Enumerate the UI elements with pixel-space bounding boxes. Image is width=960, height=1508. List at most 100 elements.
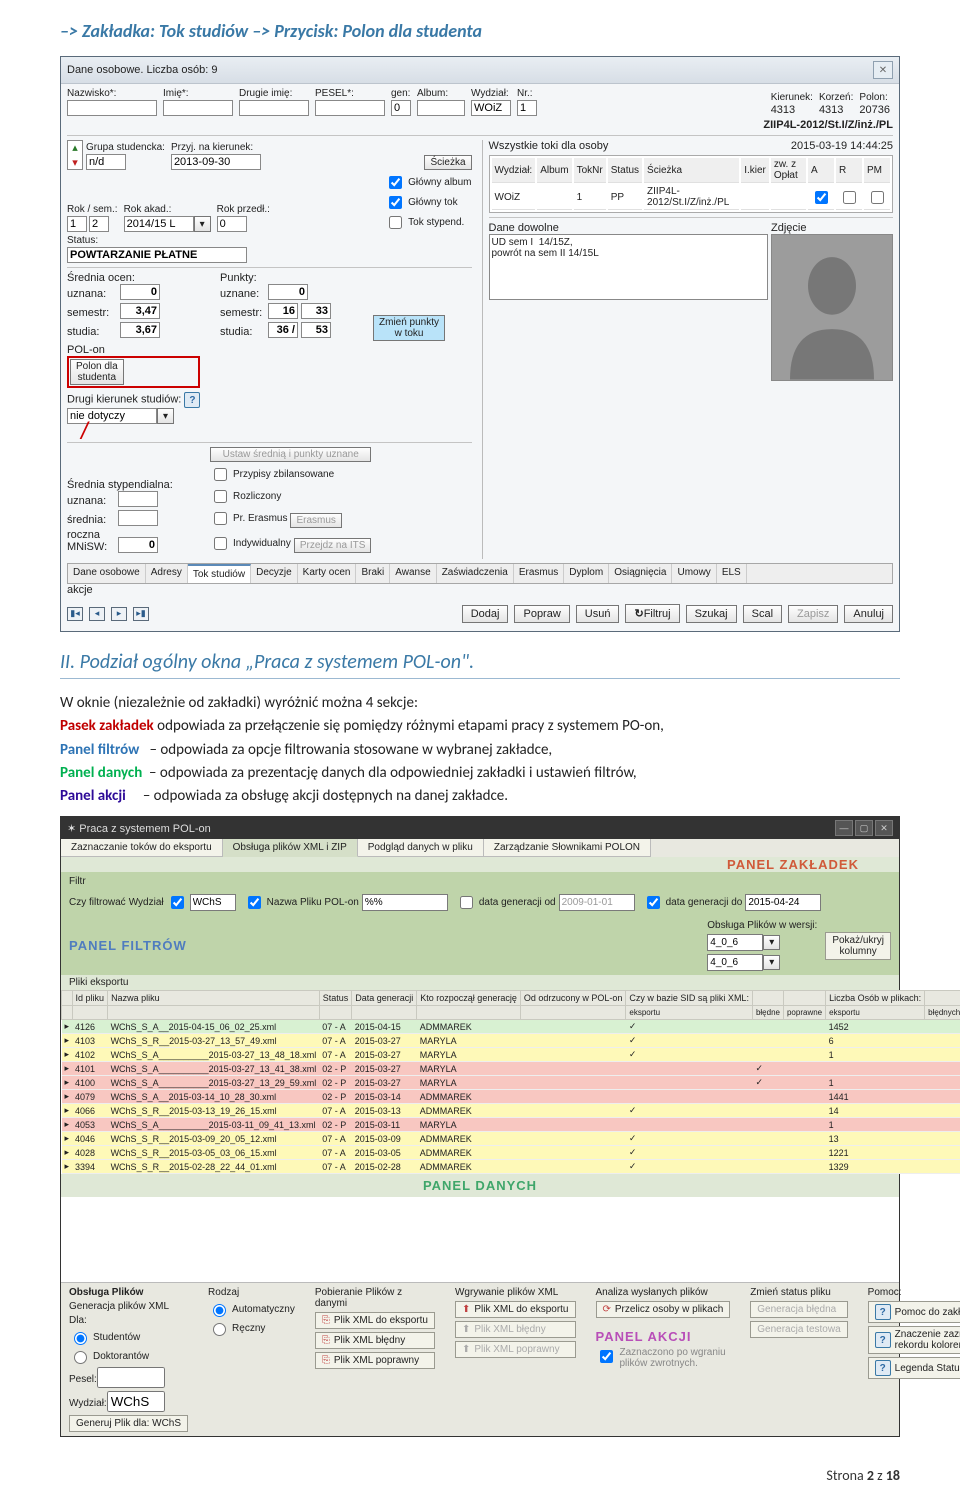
- maximize-icon[interactable]: ▢: [855, 820, 873, 836]
- nr-input[interactable]: [517, 100, 537, 116]
- pokaz-kolumny-button[interactable]: Pokaż/ukryj kolumny: [825, 932, 891, 960]
- polon-dla-studenta-button[interactable]: Polon dla studenta: [70, 359, 124, 385]
- tab-erasmus[interactable]: Erasmus: [514, 564, 564, 583]
- table-row[interactable]: ▸4102WChS_S_A__________2015-03-27_13_48_…: [62, 1048, 960, 1062]
- table-row[interactable]: ▸4046WChS_S_R__2015-03-09_20_05_12.xml07…: [62, 1132, 960, 1146]
- status-input[interactable]: [67, 247, 247, 263]
- table-row[interactable]: ▸4100WChS_S_A__________2015-03-27_13_29_…: [62, 1076, 960, 1090]
- tab-braki[interactable]: Braki: [356, 564, 390, 583]
- table-row[interactable]: ▸3394WChS_S_R__2015-02-28_22_44_01.xml07…: [62, 1160, 960, 1174]
- minimize-icon[interactable]: —: [835, 820, 853, 836]
- zaznaczono-check[interactable]: [600, 1350, 613, 1363]
- tok-styp-check[interactable]: Tok stypend.: [385, 213, 471, 232]
- rok-akad-input[interactable]: [124, 216, 194, 232]
- wgraj-xml-button[interactable]: ⬆Plik XML do eksportu: [455, 1301, 576, 1318]
- generuj-button[interactable]: Generuj Plik dla: WChS: [69, 1415, 188, 1432]
- gen-input[interactable]: [391, 100, 411, 116]
- tab-karty-ocen[interactable]: Karty ocen: [298, 564, 357, 583]
- dropdown-icon[interactable]: ▾: [763, 935, 780, 950]
- rozliczony-check[interactable]: Rozliczony: [210, 487, 371, 506]
- semestr-s-input[interactable]: [120, 303, 160, 319]
- tab-zaświadczenia[interactable]: Zaświadczenia: [437, 564, 514, 583]
- table-row[interactable]: ▸4053WChS_S_A__________2015-03-11_09_41_…: [62, 1118, 960, 1132]
- styp-srednia-input[interactable]: [118, 510, 158, 526]
- next-icon[interactable]: ▸: [111, 607, 127, 621]
- gen-bledna-button[interactable]: Generacja błędna: [750, 1301, 847, 1318]
- tab-dane-osobowe[interactable]: Dane osobowe: [68, 564, 146, 583]
- auto-radio[interactable]: Automatyczny: [208, 1301, 295, 1317]
- table-row[interactable]: ▸4103WChS_S_R__2015-03-27_13_57_49.xml07…: [62, 1034, 960, 1048]
- last-icon[interactable]: ▸▮: [133, 607, 149, 621]
- pobierz-xml-poprawny-button[interactable]: ⎘Plik XML poprawny: [315, 1352, 435, 1369]
- close-icon[interactable]: ✕: [875, 820, 893, 836]
- styp-mnisw-input[interactable]: [118, 537, 158, 553]
- anuluj-button[interactable]: Anuluj: [844, 605, 893, 623]
- table-row[interactable]: ▸4079WChS_S_A__2015-03-14_10_28_30.xml02…: [62, 1090, 960, 1104]
- rok-przedl-input[interactable]: [217, 216, 247, 232]
- help-icon[interactable]: ?: [184, 392, 200, 408]
- erasmus-button[interactable]: Erasmus: [290, 513, 341, 528]
- grupa-input[interactable]: [86, 154, 126, 170]
- ustaw-srednia-button[interactable]: Ustaw średnią i punkty uznane: [210, 447, 371, 462]
- pesel-input[interactable]: [97, 1367, 165, 1388]
- tab-awanse[interactable]: Awanse: [390, 564, 436, 583]
- reczny-radio[interactable]: Ręczny: [208, 1320, 295, 1336]
- tab-tok-studiów[interactable]: Tok studiów: [188, 564, 251, 583]
- tab-decyzje[interactable]: Decyzje: [251, 564, 298, 583]
- glowny-tok-check[interactable]: Główny tok: [385, 193, 471, 212]
- up-down-icon[interactable]: ▴▾: [67, 140, 83, 170]
- dropdown-icon[interactable]: ▾: [157, 408, 174, 424]
- pobierz-xml-button[interactable]: ⎘Plik XML do eksportu: [315, 1312, 435, 1329]
- table-row[interactable]: ▸4101WChS_S_A__________2015-03-27_13_41_…: [62, 1062, 960, 1076]
- erasmus-check[interactable]: Pr. Erasmus: [210, 509, 287, 528]
- nazwisko-input[interactable]: [67, 100, 157, 116]
- wydzial-check[interactable]: [171, 896, 184, 909]
- imie-input[interactable]: [163, 100, 233, 116]
- usun-button[interactable]: Usuń: [576, 605, 620, 623]
- data-do-input[interactable]: [745, 894, 821, 911]
- data-od-check[interactable]: [460, 896, 473, 909]
- pobierz-xml-bledny-button[interactable]: ⎘Plik XML błędny: [315, 1332, 435, 1349]
- scal-button[interactable]: Scal: [743, 605, 782, 623]
- nazwa-input[interactable]: [362, 894, 448, 911]
- sciezka-button[interactable]: Ścieżka: [424, 155, 471, 170]
- album-input[interactable]: [417, 100, 465, 116]
- przyj-input[interactable]: [171, 154, 261, 170]
- tab-0[interactable]: Zaznaczanie toków do eksportu: [61, 839, 223, 857]
- tab-els[interactable]: ELS: [717, 564, 747, 583]
- dodaj-button[interactable]: Dodaj: [462, 605, 509, 623]
- close-icon[interactable]: ✕: [873, 61, 893, 79]
- zapisz-button[interactable]: Zapisz: [788, 605, 838, 623]
- glowny-album-check[interactable]: Główny album: [385, 173, 471, 192]
- uznane-p-input[interactable]: [268, 284, 308, 300]
- tab-adresy[interactable]: Adresy: [146, 564, 188, 583]
- tab-dyplom[interactable]: Dyplom: [564, 564, 609, 583]
- data-od-input[interactable]: [559, 894, 635, 911]
- nazwa-check[interactable]: [248, 896, 261, 909]
- doktorantow-radio[interactable]: Doktorantów: [69, 1348, 188, 1364]
- popraw-button[interactable]: Popraw: [514, 605, 569, 623]
- dane-dowolne-text[interactable]: UD sem I 14/15Z, powrót na sem II 14/15L: [489, 234, 769, 300]
- wydzial-input[interactable]: [190, 894, 236, 911]
- legenda-statusow-button[interactable]: ?Legenda Statusów pliku: [868, 1357, 960, 1379]
- wydzial-input[interactable]: [471, 100, 511, 116]
- table-row[interactable]: ▸4066WChS_S_R__2015-03-13_19_26_15.xml07…: [62, 1104, 960, 1118]
- wydzial-input[interactable]: [107, 1391, 165, 1412]
- first-icon[interactable]: ▮◂: [67, 607, 83, 621]
- gen-testowa-button[interactable]: Generacja testowa: [750, 1321, 847, 1338]
- tab-3[interactable]: Zarządzanie Słownikami POLON: [484, 839, 651, 857]
- filtruj-button[interactable]: ↻ Filtruj: [625, 604, 679, 623]
- dropdown-icon[interactable]: ▾: [763, 955, 780, 970]
- uznana-input[interactable]: [120, 284, 160, 300]
- pomoc-zakladki-button[interactable]: ?Pomoc do zakładki: [868, 1301, 960, 1323]
- dropdown-icon[interactable]: ▾: [194, 216, 211, 232]
- pesel-input[interactable]: [315, 100, 385, 116]
- znaczenie-koloru-button[interactable]: ?Znaczenie zaznaczenia rekordu kolorem: [868, 1326, 960, 1354]
- sem-input[interactable]: [89, 216, 109, 232]
- drugie-imie-input[interactable]: [239, 100, 309, 116]
- its-button[interactable]: Przejdz na ITS: [294, 538, 372, 553]
- rok-input[interactable]: [67, 216, 87, 232]
- tab-2[interactable]: Podgląd danych w pliku: [358, 839, 484, 857]
- studia-s-input[interactable]: [120, 322, 160, 338]
- zmien-punkty-button[interactable]: Zmień punkty w toku: [373, 315, 445, 341]
